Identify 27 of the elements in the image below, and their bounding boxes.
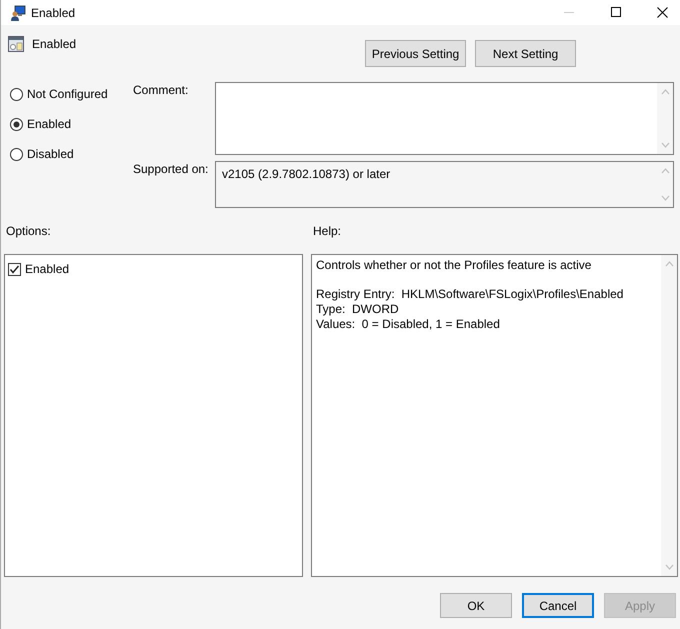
policy-icon [8,36,24,52]
option-label: Enabled [25,261,70,278]
radio-label: Not Configured [27,86,108,103]
maximize-icon[interactable] [611,7,621,17]
radio-button[interactable] [10,148,23,160]
dialog-button[interactable]: Cancel [522,593,594,618]
computer-user-icon [10,4,26,20]
help-label: Help: [313,223,342,240]
help-text: Controls whether or not the Profiles feature is active [316,258,592,273]
setting-nav-button[interactable]: Previous Setting [365,40,466,67]
policy-name: Enabled [32,36,76,53]
help-text: Type: DWORD [316,302,400,317]
options-label: Options: [6,223,52,240]
radio-label: Enabled [27,116,72,133]
comment-label: Comment: [132,82,190,99]
checkbox[interactable] [8,262,21,276]
radio-button[interactable] [10,88,23,100]
setting-nav-button[interactable]: Next Setting [475,40,576,67]
radio-label: Disabled [27,146,74,163]
close-icon[interactable] [657,7,668,18]
dialog-button[interactable]: OK [440,593,512,618]
radio-button[interactable] [10,118,23,130]
help-text: Values: 0 = Disabled, 1 = Enabled [316,317,501,332]
help-text: Registry Entry: HKLM\Software\FSLogix\Profiles\Enabled [316,287,624,302]
supported-on-label: Supported on: [132,161,210,178]
supported-on-value: v2105 (2.9.7802.10873) or later [221,166,390,183]
window-title: Enabled [31,4,76,22]
